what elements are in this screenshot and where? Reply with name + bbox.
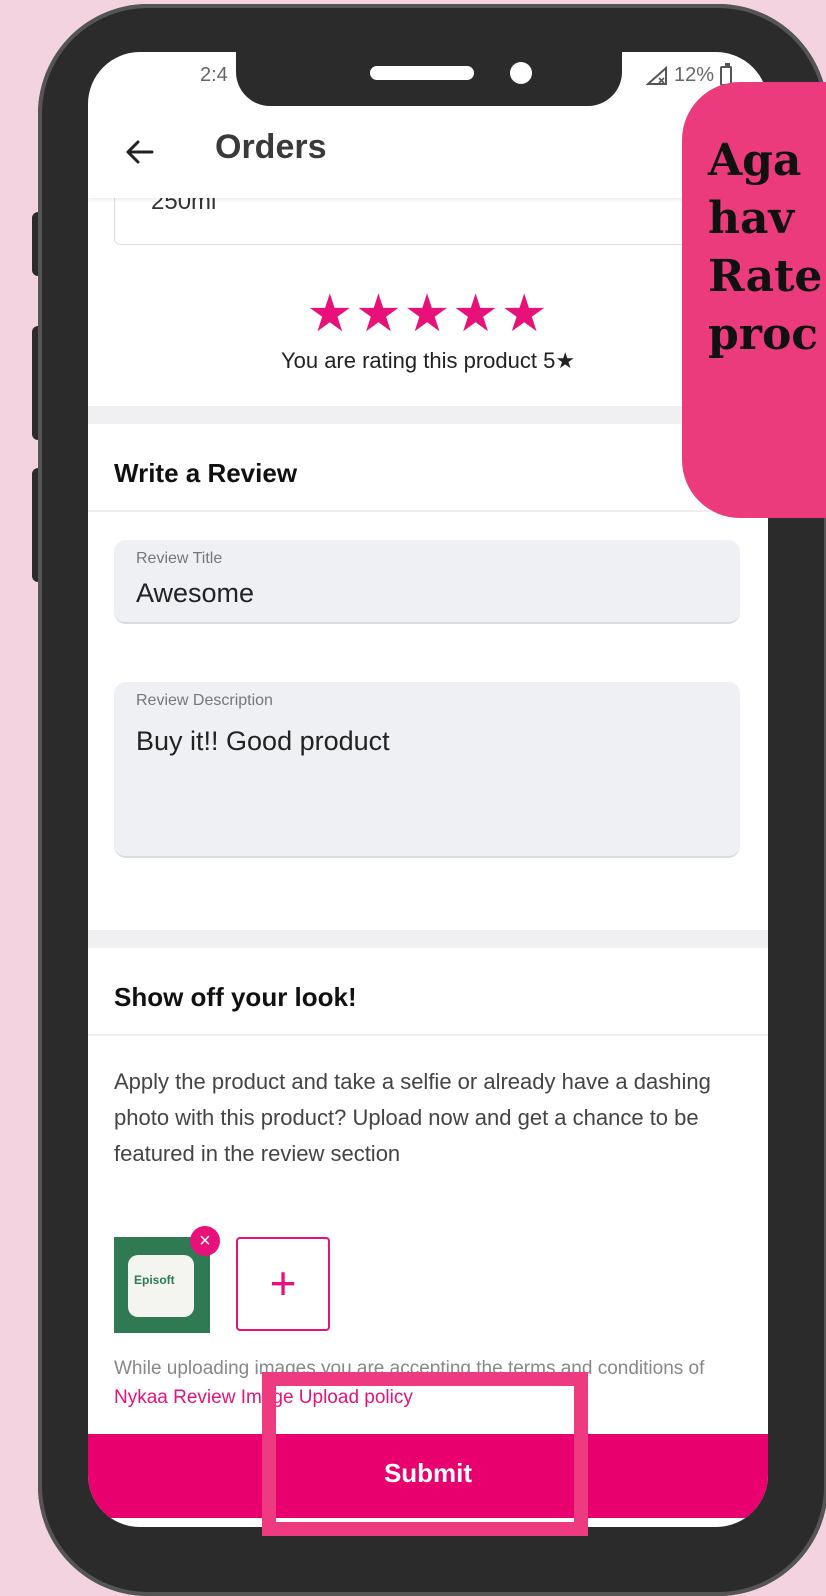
write-review-heading: Write a Review	[114, 458, 298, 488]
review-title-field[interactable]: Review Title Awesome	[114, 540, 740, 624]
review-description-input[interactable]: Buy it!! Good product	[136, 726, 390, 757]
status-indicators: 12%	[645, 62, 732, 87]
app-bar: Orders	[88, 116, 768, 198]
camera-icon	[510, 62, 532, 84]
remove-photo-icon[interactable]: ×	[190, 1226, 220, 1256]
rating-text: You are rating this product 5★	[280, 348, 576, 373]
app-screen: 2:4 12% 250ml Orders ★★★★★ You are ratin…	[88, 52, 768, 1527]
phone-notch	[236, 40, 622, 106]
status-time: 2:4	[200, 64, 228, 86]
rating-stars[interactable]: ★★★★★	[88, 284, 768, 344]
signal-icon	[645, 65, 667, 85]
show-off-description: Apply the product and take a selfie or a…	[114, 1069, 711, 1166]
divider	[88, 510, 768, 512]
submit-highlight-box	[262, 1372, 588, 1536]
add-photo-button[interactable]: +	[236, 1237, 330, 1331]
review-title-label: Review Title	[136, 550, 223, 567]
annotation-callout: Aga hav Rate proc	[682, 82, 826, 518]
divider	[88, 1034, 768, 1036]
section-separator	[88, 930, 768, 948]
speaker-grille	[370, 66, 474, 80]
product-tub-image: Episoft	[128, 1255, 194, 1317]
thumbnail-label: Episoft	[134, 1273, 175, 1287]
review-title-input[interactable]: Awesome	[136, 578, 254, 609]
page-title: Orders	[215, 128, 327, 166]
show-off-heading: Show off your look!	[114, 982, 357, 1012]
review-description-label: Review Description	[136, 692, 273, 709]
battery-percent: 12%	[673, 64, 714, 86]
section-separator	[88, 406, 768, 424]
callout-text: Aga hav Rate proc	[708, 135, 823, 360]
back-arrow-icon[interactable]	[122, 134, 158, 170]
review-description-field[interactable]: Review Description Buy it!! Good product	[114, 682, 740, 858]
